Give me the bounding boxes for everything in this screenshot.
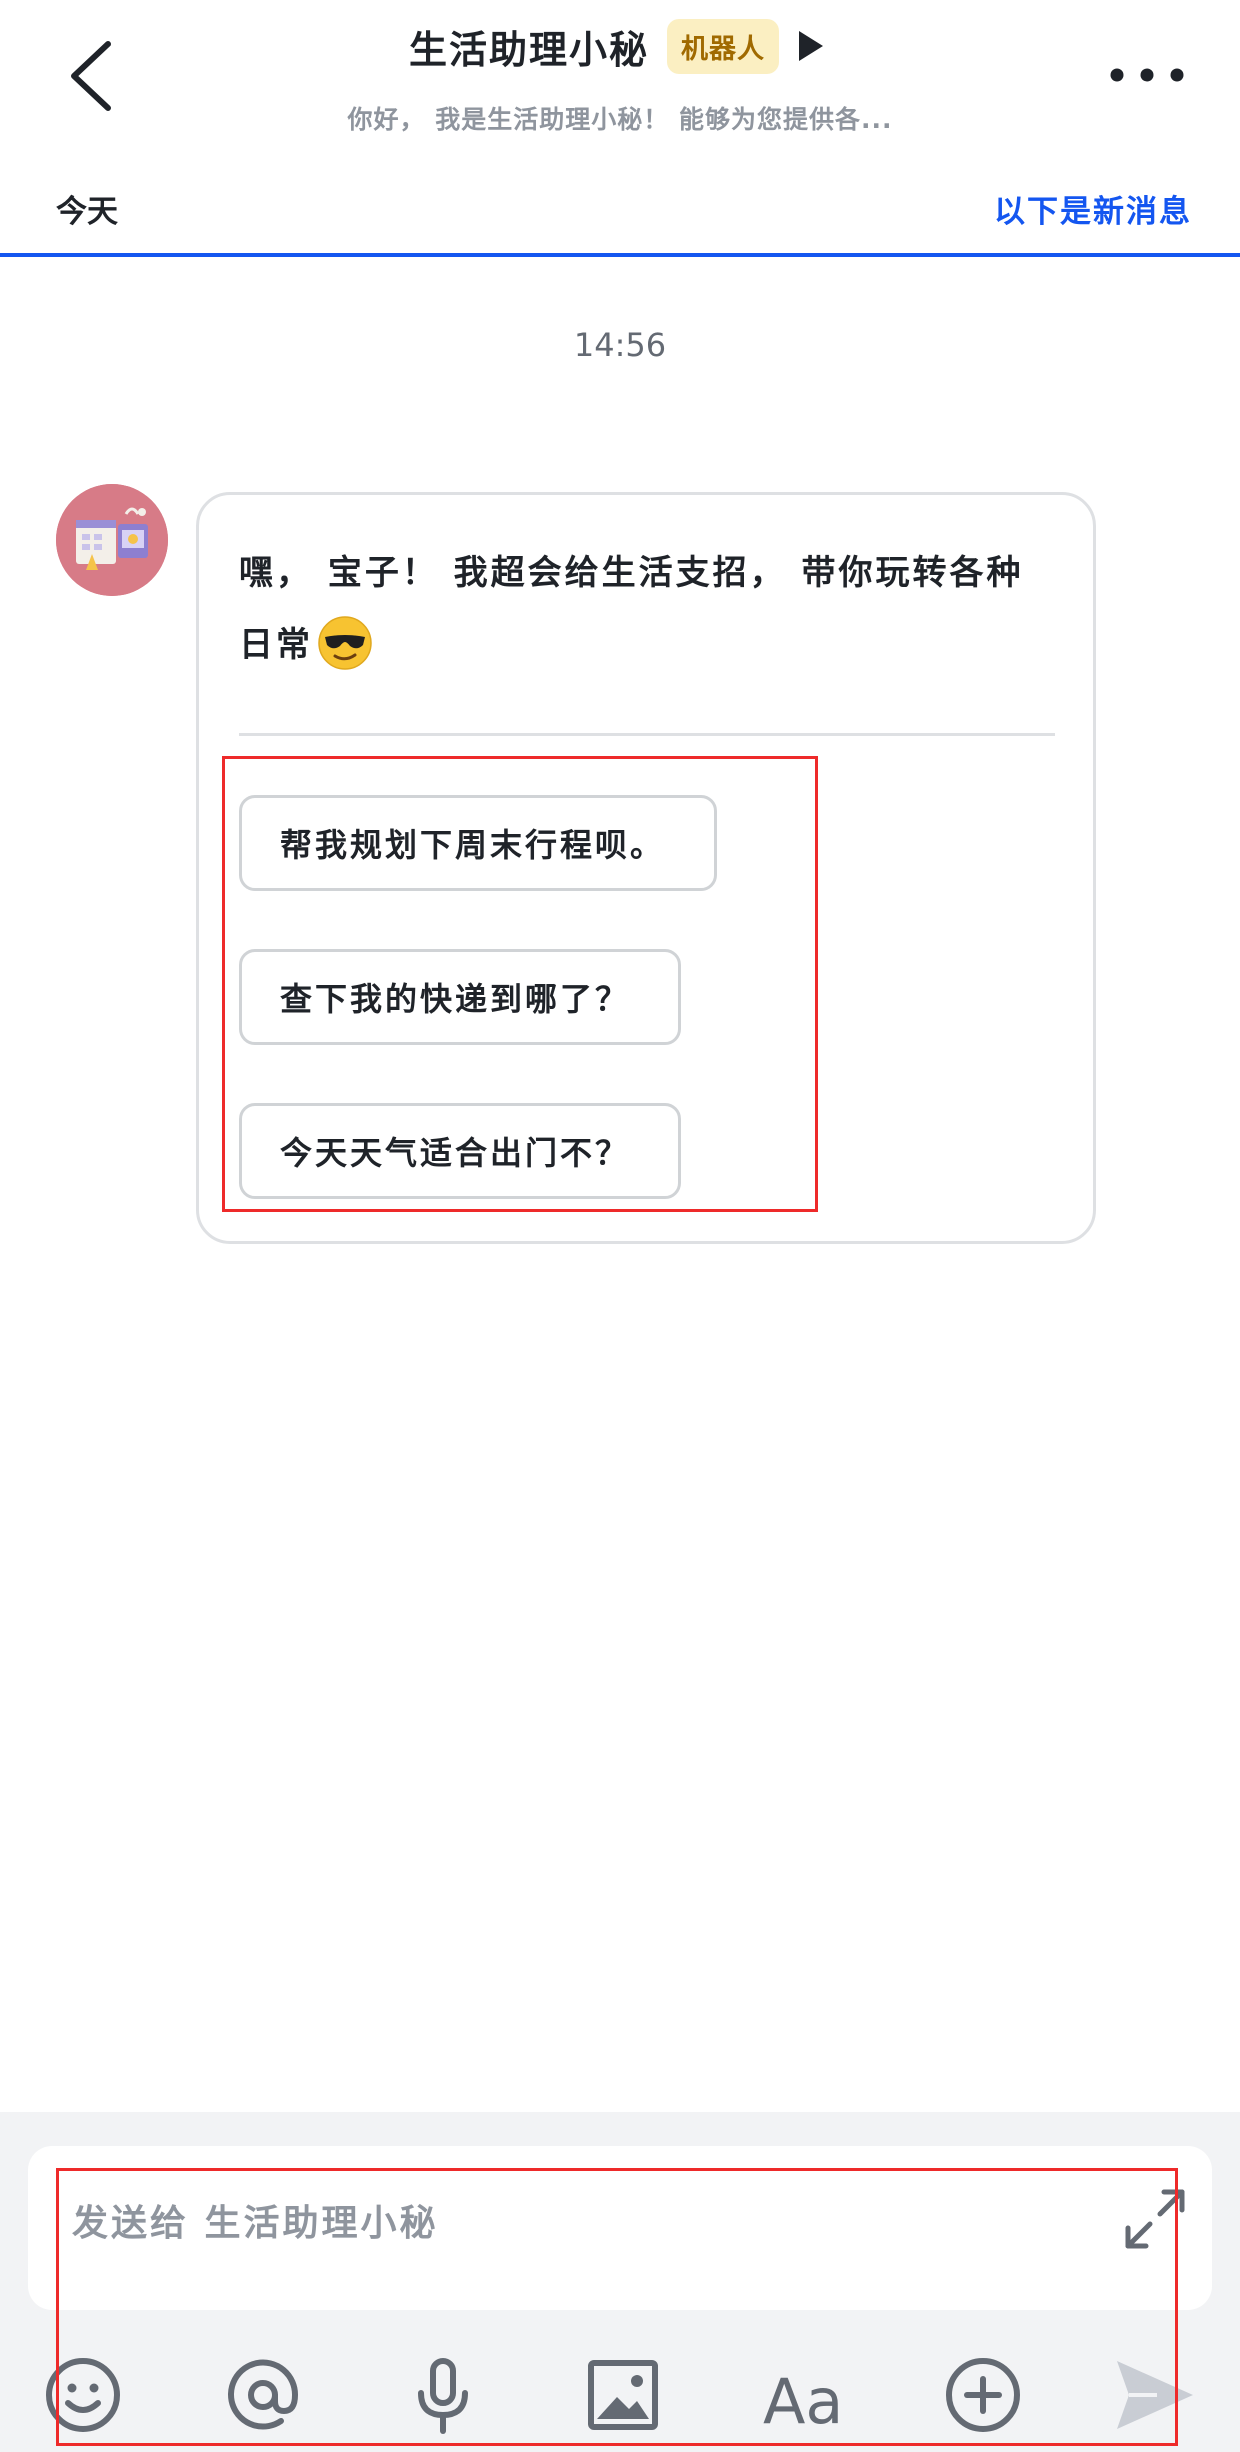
suggestion-button[interactable]: 查下我的快递到哪了？ [239, 949, 681, 1045]
title-row: 生活助理小秘 机器人 [0, 16, 1240, 76]
avatar-illustration [56, 484, 168, 596]
chat-title[interactable]: 生活助理小秘 [409, 19, 649, 74]
play-icon[interactable] [797, 26, 831, 66]
bot-avatar[interactable] [56, 484, 168, 596]
composer-toolbar: Aa [0, 2340, 1240, 2452]
expand-icon [1125, 2189, 1185, 2249]
message-timestamp: 14:56 [573, 326, 667, 364]
image-icon [588, 2360, 658, 2430]
more-actions-button[interactable] [938, 2350, 1028, 2440]
new-messages-divider [0, 253, 1240, 257]
more-options-button[interactable] [1100, 60, 1190, 90]
send-icon [1117, 2361, 1193, 2429]
expand-input-button[interactable] [1120, 2184, 1190, 2254]
message-input[interactable]: 发送给 生活助理小秘 [28, 2146, 1212, 2310]
chat-subtitle: 你好， 我是生活助理小秘！ 能够为您提供各... [347, 105, 893, 134]
chat-header: 生活助理小秘 机器人 你好， 我是生活助理小秘！ 能够为您提供各... [0, 0, 1240, 160]
more-dots-icon [1110, 68, 1184, 82]
plus-circle-icon [946, 2358, 1020, 2432]
sunglasses-emoji-icon [317, 615, 373, 671]
emoji-button[interactable] [38, 2350, 128, 2440]
at-mention-icon [228, 2359, 299, 2430]
day-divider-bar: 今天 以下是新消息 [0, 168, 1240, 258]
new-messages-label: 以下是新消息 [994, 194, 1192, 230]
bot-badge: 机器人 [667, 18, 779, 74]
bot-message-text: 嘿， 宝子！ 我超会给生活支招， 带你玩转各种日常 [239, 537, 1059, 681]
emoji-icon [46, 2358, 120, 2432]
text-format-button[interactable]: Aa [758, 2350, 848, 2440]
message-input-placeholder: 发送给 生活助理小秘 [72, 2203, 439, 2244]
image-button[interactable] [578, 2350, 668, 2440]
bot-message-card: 嘿， 宝子！ 我超会给生活支招， 带你玩转各种日常 帮我规划下周末行程呗。 查下… [196, 492, 1096, 1244]
suggestion-button[interactable]: 今天天气适合出门不？ [239, 1103, 681, 1199]
voice-input-button[interactable] [398, 2350, 488, 2440]
suggestion-button[interactable]: 帮我规划下周末行程呗。 [239, 795, 717, 891]
bubble-divider [239, 733, 1055, 736]
today-label: 今天 [56, 194, 118, 230]
send-button[interactable] [1108, 2350, 1198, 2440]
text-format-icon: Aa [763, 2365, 843, 2437]
text-format-label: Aa [763, 2365, 843, 2437]
microphone-icon [418, 2358, 468, 2434]
mention-button[interactable] [218, 2350, 308, 2440]
